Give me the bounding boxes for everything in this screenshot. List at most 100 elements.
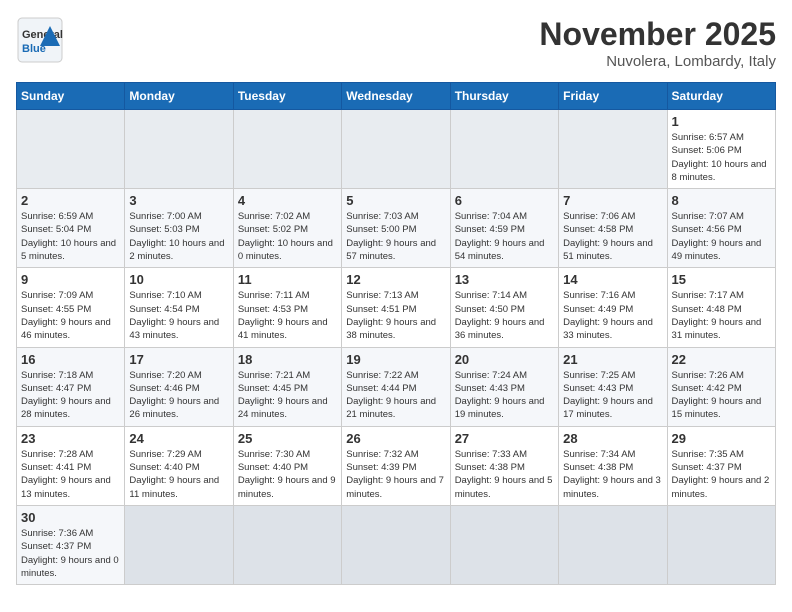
calendar-cell: 24 Sunrise: 7:29 AM Sunset: 4:40 PM Dayli… xyxy=(125,426,233,505)
day-info: Sunrise: 7:28 AM Sunset: 4:41 PM Dayligh… xyxy=(21,448,120,501)
weekday-header-thursday: Thursday xyxy=(450,83,558,110)
day-info: Sunrise: 7:35 AM Sunset: 4:37 PM Dayligh… xyxy=(672,448,771,501)
weekday-header-row: SundayMondayTuesdayWednesdayThursdayFrid… xyxy=(17,83,776,110)
calendar-cell: 8 Sunrise: 7:07 AM Sunset: 4:56 PM Daylig… xyxy=(667,189,775,268)
day-number: 12 xyxy=(346,272,445,287)
svg-text:General: General xyxy=(22,29,63,41)
day-info: Sunrise: 7:25 AM Sunset: 4:43 PM Dayligh… xyxy=(563,369,662,422)
calendar-cell: 1 Sunrise: 6:57 AM Sunset: 5:06 PM Daylig… xyxy=(667,110,775,189)
day-info: Sunrise: 7:09 AM Sunset: 4:55 PM Dayligh… xyxy=(21,289,120,342)
calendar-cell: 2Sunrise: 6:59 AM Sunset: 5:04 PM Daylig… xyxy=(17,189,125,268)
day-info: Sunrise: 7:04 AM Sunset: 4:59 PM Dayligh… xyxy=(455,210,554,263)
weekday-header-friday: Friday xyxy=(559,83,667,110)
page-header: General Blue November 2025 Nuvolera, Lom… xyxy=(16,16,776,70)
day-number: 16 xyxy=(21,352,120,367)
day-number: 9 xyxy=(21,272,120,287)
day-info: Sunrise: 7:34 AM Sunset: 4:38 PM Dayligh… xyxy=(563,448,662,501)
day-info: Sunrise: 7:14 AM Sunset: 4:50 PM Dayligh… xyxy=(455,289,554,342)
calendar-week-4: 16 Sunrise: 7:18 AM Sunset: 4:47 PM Dayli… xyxy=(17,347,776,426)
day-info: Sunrise: 7:21 AM Sunset: 4:45 PM Dayligh… xyxy=(238,369,337,422)
day-number: 29 xyxy=(672,431,771,446)
calendar-cell: 5Sunrise: 7:03 AM Sunset: 5:00 PM Daylig… xyxy=(342,189,450,268)
calendar-week-3: 9 Sunrise: 7:09 AM Sunset: 4:55 PM Daylig… xyxy=(17,268,776,347)
day-info: Sunrise: 7:24 AM Sunset: 4:43 PM Dayligh… xyxy=(455,369,554,422)
day-info: Sunrise: 7:29 AM Sunset: 4:40 PM Dayligh… xyxy=(129,448,228,501)
calendar-cell: 16 Sunrise: 7:18 AM Sunset: 4:47 PM Dayli… xyxy=(17,347,125,426)
day-number: 24 xyxy=(129,431,228,446)
day-number: 22 xyxy=(672,352,771,367)
day-number: 30 xyxy=(21,510,120,525)
calendar-cell: 10 Sunrise: 7:10 AM Sunset: 4:54 PM Dayli… xyxy=(125,268,233,347)
day-number: 28 xyxy=(563,431,662,446)
day-number: 15 xyxy=(672,272,771,287)
calendar-cell: 11Sunrise: 7:11 AM Sunset: 4:53 PM Dayli… xyxy=(233,268,341,347)
calendar-week-6: 30 Sunrise: 7:36 AM Sunset: 4:37 PM Dayli… xyxy=(17,505,776,584)
calendar-cell: 20Sunrise: 7:24 AM Sunset: 4:43 PM Dayli… xyxy=(450,347,558,426)
day-info: Sunrise: 7:30 AM Sunset: 4:40 PM Dayligh… xyxy=(238,448,337,501)
day-info: Sunrise: 7:17 AM Sunset: 4:48 PM Dayligh… xyxy=(672,289,771,342)
day-number: 8 xyxy=(672,193,771,208)
calendar-cell: 9 Sunrise: 7:09 AM Sunset: 4:55 PM Daylig… xyxy=(17,268,125,347)
day-number: 6 xyxy=(455,193,554,208)
day-number: 3 xyxy=(129,193,228,208)
calendar-cell xyxy=(450,110,558,189)
day-number: 10 xyxy=(129,272,228,287)
calendar-cell xyxy=(125,505,233,584)
day-info: Sunrise: 7:06 AM Sunset: 4:58 PM Dayligh… xyxy=(563,210,662,263)
calendar-cell xyxy=(342,110,450,189)
weekday-header-tuesday: Tuesday xyxy=(233,83,341,110)
day-number: 11 xyxy=(238,272,337,287)
day-info: Sunrise: 7:10 AM Sunset: 4:54 PM Dayligh… xyxy=(129,289,228,342)
calendar-cell: 29 Sunrise: 7:35 AM Sunset: 4:37 PM Dayli… xyxy=(667,426,775,505)
calendar-cell: 26Sunrise: 7:32 AM Sunset: 4:39 PM Dayli… xyxy=(342,426,450,505)
day-info: Sunrise: 7:26 AM Sunset: 4:42 PM Dayligh… xyxy=(672,369,771,422)
day-info: Sunrise: 7:20 AM Sunset: 4:46 PM Dayligh… xyxy=(129,369,228,422)
calendar-cell: 14Sunrise: 7:16 AM Sunset: 4:49 PM Dayli… xyxy=(559,268,667,347)
day-info: Sunrise: 6:59 AM Sunset: 5:04 PM Dayligh… xyxy=(21,210,120,263)
weekday-header-saturday: Saturday xyxy=(667,83,775,110)
day-info: Sunrise: 7:13 AM Sunset: 4:51 PM Dayligh… xyxy=(346,289,445,342)
calendar-cell: 12 Sunrise: 7:13 AM Sunset: 4:51 PM Dayli… xyxy=(342,268,450,347)
day-number: 19 xyxy=(346,352,445,367)
day-number: 21 xyxy=(563,352,662,367)
calendar-cell: 7 Sunrise: 7:06 AM Sunset: 4:58 PM Daylig… xyxy=(559,189,667,268)
day-info: Sunrise: 7:02 AM Sunset: 5:02 PM Dayligh… xyxy=(238,210,337,263)
calendar-cell: 30 Sunrise: 7:36 AM Sunset: 4:37 PM Dayli… xyxy=(17,505,125,584)
weekday-header-wednesday: Wednesday xyxy=(342,83,450,110)
day-info: Sunrise: 7:33 AM Sunset: 4:38 PM Dayligh… xyxy=(455,448,554,501)
calendar-week-5: 23 Sunrise: 7:28 AM Sunset: 4:41 PM Dayli… xyxy=(17,426,776,505)
calendar-cell xyxy=(450,505,558,584)
day-number: 25 xyxy=(238,431,337,446)
day-info: Sunrise: 7:00 AM Sunset: 5:03 PM Dayligh… xyxy=(129,210,228,263)
calendar-cell xyxy=(125,110,233,189)
calendar-table: SundayMondayTuesdayWednesdayThursdayFrid… xyxy=(16,82,776,585)
title-area: November 2025 Nuvolera, Lombardy, Italy xyxy=(539,16,776,70)
calendar-cell: 27Sunrise: 7:33 AM Sunset: 4:38 PM Dayli… xyxy=(450,426,558,505)
day-number: 7 xyxy=(563,193,662,208)
day-info: Sunrise: 7:07 AM Sunset: 4:56 PM Dayligh… xyxy=(672,210,771,263)
calendar-cell: 25 Sunrise: 7:30 AM Sunset: 4:40 PM Dayli… xyxy=(233,426,341,505)
day-number: 1 xyxy=(672,114,771,129)
calendar-cell xyxy=(667,505,775,584)
calendar-cell xyxy=(559,110,667,189)
weekday-header-monday: Monday xyxy=(125,83,233,110)
day-info: Sunrise: 7:22 AM Sunset: 4:44 PM Dayligh… xyxy=(346,369,445,422)
calendar-cell: 28 Sunrise: 7:34 AM Sunset: 4:38 PM Dayli… xyxy=(559,426,667,505)
calendar-cell: 3 Sunrise: 7:00 AM Sunset: 5:03 PM Daylig… xyxy=(125,189,233,268)
day-number: 13 xyxy=(455,272,554,287)
day-number: 5 xyxy=(346,193,445,208)
calendar-cell: 22 Sunrise: 7:26 AM Sunset: 4:42 PM Dayli… xyxy=(667,347,775,426)
calendar-cell xyxy=(233,110,341,189)
day-number: 18 xyxy=(238,352,337,367)
calendar-week-1: 1 Sunrise: 6:57 AM Sunset: 5:06 PM Daylig… xyxy=(17,110,776,189)
calendar-cell xyxy=(559,505,667,584)
day-info: Sunrise: 7:18 AM Sunset: 4:47 PM Dayligh… xyxy=(21,369,120,422)
location-title: Nuvolera, Lombardy, Italy xyxy=(539,53,776,70)
day-info: Sunrise: 6:57 AM Sunset: 5:06 PM Dayligh… xyxy=(672,131,771,184)
calendar-cell xyxy=(17,110,125,189)
day-number: 23 xyxy=(21,431,120,446)
day-info: Sunrise: 7:36 AM Sunset: 4:37 PM Dayligh… xyxy=(21,527,120,580)
calendar-cell: 18 Sunrise: 7:21 AM Sunset: 4:45 PM Dayli… xyxy=(233,347,341,426)
calendar-cell: 19 Sunrise: 7:22 AM Sunset: 4:44 PM Dayli… xyxy=(342,347,450,426)
weekday-header-sunday: Sunday xyxy=(17,83,125,110)
